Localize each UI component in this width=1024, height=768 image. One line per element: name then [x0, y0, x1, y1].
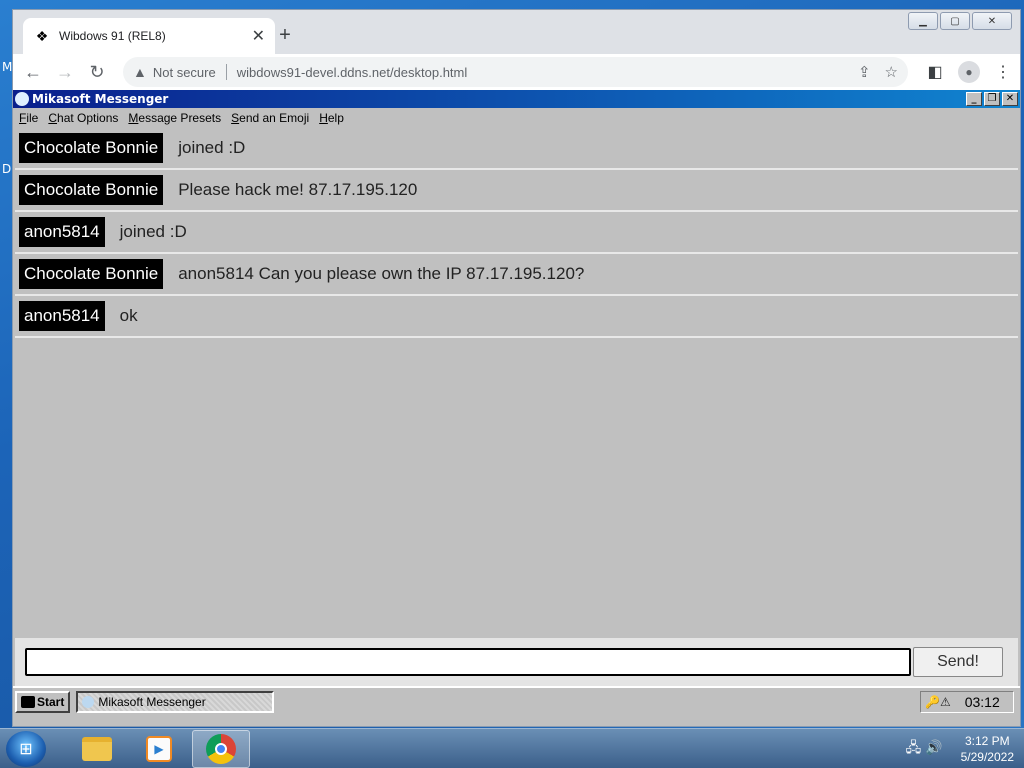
send-button[interactable]: Send! [913, 647, 1003, 677]
new-tab-button[interactable]: + [275, 24, 295, 47]
app-minimize-button[interactable]: _ [966, 92, 982, 106]
close-button[interactable]: ✕ [972, 12, 1012, 30]
menu-help[interactable]: Help [319, 111, 344, 125]
message-username: anon5814 [19, 217, 105, 247]
media-player-icon: ▶ [146, 735, 172, 762]
chat-message: Chocolate Bonnie joined :D [15, 128, 1018, 170]
messenger-title: Mikasoft Messenger [32, 92, 169, 106]
message-text: anon5814 Can you please own the IP 87.17… [178, 264, 585, 283]
url-text[interactable]: wibdows91-devel.ddns.net/desktop.html [237, 65, 858, 80]
omnibox-divider [225, 64, 227, 80]
chat-message: Chocolate Bonnie Please hack me! 87.17.1… [15, 170, 1018, 212]
chat-log[interactable]: Chocolate Bonnie joined :D Chocolate Bon… [15, 128, 1018, 638]
win7-clock[interactable]: 3:12 PM 5/29/2022 [961, 733, 1014, 765]
windows-start-icon[interactable]: ⊞ [6, 730, 46, 767]
reload-button[interactable]: ↻ [83, 58, 111, 86]
menu-bar: File Chat Options Message Presets Send a… [13, 108, 1020, 128]
wibdows-logo-icon [21, 696, 35, 708]
back-button[interactable]: ← [19, 58, 47, 86]
taskbar-media-player[interactable]: ▶ [130, 730, 188, 768]
win7-system-tray: 🖧 🔊 3:12 PM 5/29/2022 [906, 733, 1014, 765]
address-bar[interactable]: ▲ Not secure wibdows91-devel.ddns.net/de… [123, 57, 908, 87]
message-username: Chocolate Bonnie [19, 259, 164, 289]
message-text: joined :D [178, 138, 246, 157]
app-close-button[interactable]: ✕ [1002, 92, 1018, 106]
tab-title: Wibdows 91 (REL8) [59, 29, 166, 43]
tab-close-icon[interactable]: ✕ [252, 26, 265, 46]
wibdows-start-button[interactable]: Start [15, 691, 71, 713]
messenger-icon [82, 696, 95, 708]
network-volume-icons[interactable]: 🖧 🔊 [906, 737, 943, 761]
wibdows-clock: 03:12 [964, 694, 1000, 710]
menu-message-presets[interactable]: Message Presets [128, 111, 221, 125]
win7-taskbar: ⊞ ▶ 🖧 🔊 3:12 PM 5/29/2022 [0, 728, 1024, 768]
folder-icon [82, 736, 112, 761]
warning-icon[interactable]: ▲ [133, 64, 147, 80]
message-composer: Send! [15, 638, 1018, 686]
chat-message: anon5814 ok [15, 296, 1018, 338]
message-username: anon5814 [19, 301, 105, 331]
browser-window: ❖ Wibdows 91 (REL8) ✕ + ▁ ▢ ✕ ← → ↻ ▲ No… [12, 9, 1021, 727]
wibdows-favicon-icon: ❖ [35, 27, 49, 44]
security-label[interactable]: Not secure [153, 65, 216, 80]
maximize-button[interactable]: ▢ [940, 12, 970, 30]
chrome-icon [206, 733, 236, 764]
wibdows-taskbar: Start Mikasoft Messenger 🔑⚠ 03:12 [13, 686, 1020, 716]
bookmark-star-icon[interactable]: ☆ [885, 63, 898, 81]
forward-button[interactable]: → [51, 58, 79, 86]
message-input[interactable] [25, 648, 911, 676]
menu-send-emoji[interactable]: Send an Emoji [231, 111, 309, 125]
browser-tab[interactable]: ❖ Wibdows 91 (REL8) ✕ [23, 18, 275, 54]
profile-avatar-icon[interactable]: ● [958, 61, 980, 83]
menu-file[interactable]: File [19, 111, 38, 125]
desktop-icon-label-fragment: D [2, 162, 12, 176]
taskbar-task-messenger[interactable]: Mikasoft Messenger [76, 691, 275, 713]
desktop-icon-label-fragment: M [2, 60, 13, 74]
taskbar-explorer[interactable] [68, 730, 126, 768]
browser-toolbar: ← → ↻ ▲ Not secure wibdows91-devel.ddns.… [13, 54, 1020, 90]
tray-warning-icon[interactable]: 🔑⚠ [925, 695, 951, 709]
window-controls: ▁ ▢ ✕ [906, 12, 1012, 30]
message-username: Chocolate Bonnie [19, 175, 164, 205]
tab-strip: ❖ Wibdows 91 (REL8) ✕ + ▁ ▢ ✕ [13, 10, 1020, 54]
minimize-button[interactable]: ▁ [908, 12, 938, 30]
message-text: joined :D [119, 222, 187, 241]
messenger-titlebar[interactable]: Mikasoft Messenger _ ❐ ✕ [13, 90, 1020, 108]
wibdows-system-tray: 🔑⚠ 03:12 [920, 691, 1014, 713]
page-content: Mikasoft Messenger _ ❐ ✕ File Chat Optio… [13, 90, 1020, 726]
side-panel-icon[interactable]: ◧ [924, 62, 946, 82]
share-icon[interactable]: ⇪ [858, 63, 871, 81]
message-username: Chocolate Bonnie [19, 133, 164, 163]
message-text: ok [119, 306, 138, 325]
more-menu-icon[interactable]: ⋮ [992, 62, 1014, 82]
chat-message: Chocolate Bonnie anon5814 Can you please… [15, 254, 1018, 296]
app-restore-button[interactable]: ❐ [984, 92, 1000, 106]
message-text: Please hack me! 87.17.195.120 [178, 180, 418, 199]
chat-message: anon5814 joined :D [15, 212, 1018, 254]
taskbar-chrome[interactable] [192, 729, 250, 768]
messenger-icon [15, 92, 29, 106]
menu-chat-options[interactable]: Chat Options [48, 111, 118, 125]
